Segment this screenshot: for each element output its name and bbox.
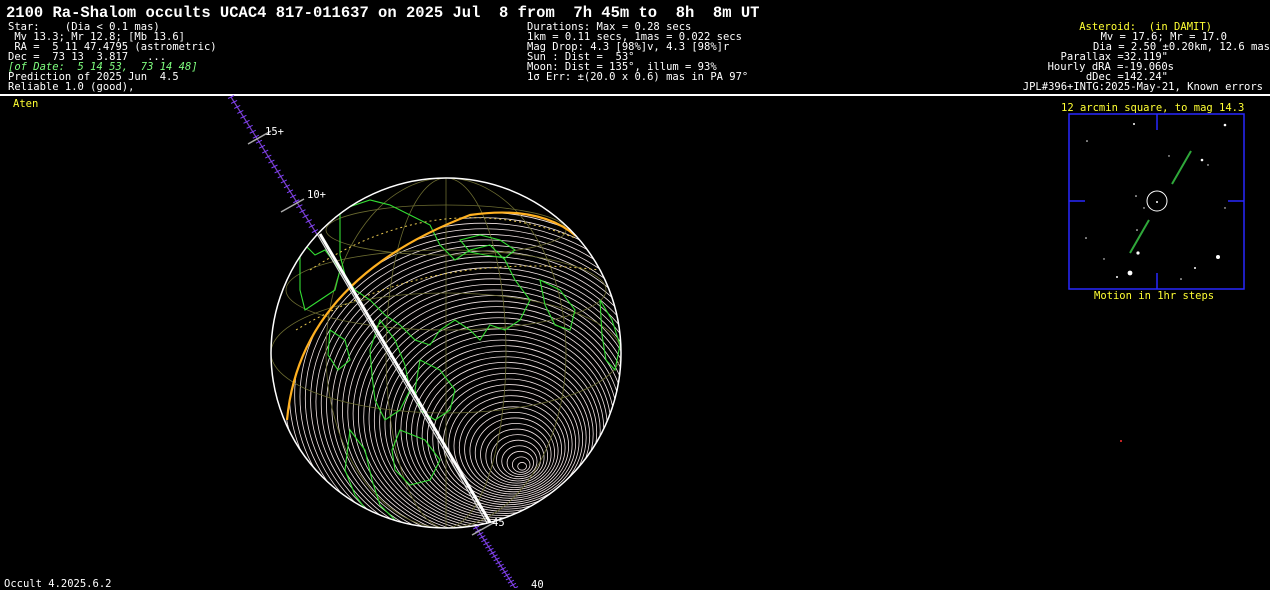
label-40: 40 [531,579,544,588]
field-stars [1085,123,1227,280]
motion-track-2 [1129,219,1150,254]
starchart-title: 12 arcmin square, to mag 14.3 [1061,102,1245,114]
label-45: 45 [492,517,505,529]
label-10: 10+ [307,189,326,201]
label-15: 15+ [265,126,284,138]
globe [270,177,622,529]
occultation-globe-diagram: 15+ 10+ 45 40 [227,95,1245,588]
motion-track-1 [1171,150,1192,185]
starchart-caption: Motion in 1hr steps [1094,290,1215,302]
stray-dot [1120,440,1122,442]
star-chart [1068,113,1245,290]
